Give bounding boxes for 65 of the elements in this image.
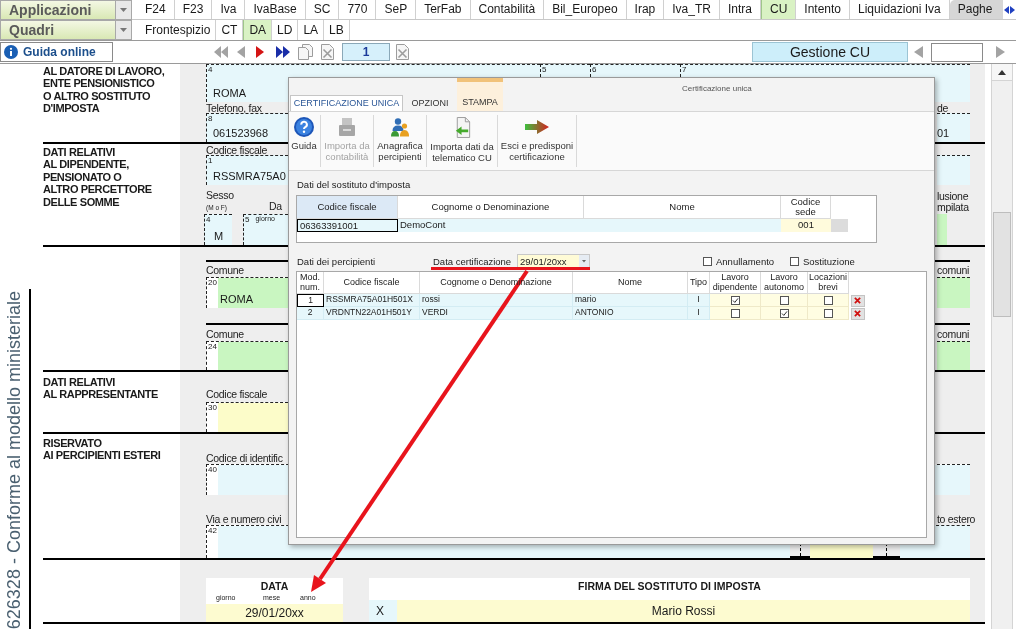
column-header: Cognome o Denominazione xyxy=(398,196,584,219)
column-header: Nome xyxy=(584,196,781,219)
field-label: Codice fiscale xyxy=(206,388,268,400)
column-header: Tipo xyxy=(689,277,708,288)
table-cell: I xyxy=(688,307,710,320)
table-cell: VERDI xyxy=(420,307,573,320)
field-number: 42 xyxy=(207,526,217,535)
mode-label: Gestione CU xyxy=(752,42,908,62)
section-title: DATI RELATIVI AL RAPPRESENTANTE xyxy=(43,375,159,401)
field-label: Telefono, fax xyxy=(206,102,262,113)
table-cell: ANTONIO xyxy=(573,307,688,320)
checkbox-label: Sostituzione xyxy=(803,255,855,267)
table-cell: 001 xyxy=(781,219,831,232)
field-label: de xyxy=(937,102,949,113)
table-cell: VRDNTN22A01H501Y xyxy=(324,307,420,320)
field-number: 6 xyxy=(591,65,597,74)
table-cell: mario xyxy=(573,294,688,307)
section-title: AL DATORE DI LAVORO, ENTE PENSIONISTICO O ALTRO SOSTITUTO D'IMPOSTA xyxy=(43,64,165,115)
column-header: Lavoro dipendente xyxy=(711,273,759,292)
column-header: Locazioni brevi xyxy=(808,273,848,292)
column-header: Mod. num. xyxy=(299,273,321,292)
field-label: comuni xyxy=(937,328,970,340)
field-label: Da xyxy=(269,200,282,212)
field-number: 4 xyxy=(207,65,213,74)
table-cell: RSSMRA75A01H501X xyxy=(324,294,420,307)
field-number: 24 xyxy=(207,342,217,351)
window-title: Certificazione unica xyxy=(682,84,752,94)
field-label: lusione mpilata xyxy=(937,191,969,213)
checkbox-label: Annullamento xyxy=(716,255,775,267)
column-header: Nome xyxy=(618,277,642,288)
box-title: DATA xyxy=(260,581,289,592)
section-heading: Dati del sostituto d'imposta xyxy=(297,179,411,190)
table-cell: 1 xyxy=(297,294,324,307)
field-label: Data certificazione xyxy=(433,255,512,267)
field-label: comuni xyxy=(937,264,970,276)
field-number: 1 xyxy=(207,156,213,165)
field-label: Comune xyxy=(206,328,244,340)
table-cell: rossi xyxy=(420,294,573,307)
table-cell: 2 xyxy=(297,307,324,320)
field-label: Comune xyxy=(206,264,244,276)
section-title: DATI RELATIVI AL DIPENDENTE, PENSIONATO O ALTRO PERCETTORE DELLE SOMME xyxy=(43,145,152,209)
column-header: Lavoro autonomo xyxy=(763,273,805,292)
table-cell: I xyxy=(688,294,710,307)
column-header: Codice fiscale xyxy=(297,196,398,219)
table-cell: 06363391001 xyxy=(297,219,398,232)
field-number: 20 xyxy=(207,278,217,287)
field-number: 30 xyxy=(207,403,217,412)
section-title: RISERVATO AI PERCIPIENTI ESTERI xyxy=(43,436,161,462)
field-number: 40 xyxy=(207,465,217,474)
box-title: FIRMA DEL SOSTITUTO DI IMPOSTA xyxy=(578,581,761,592)
field-number: 5 xyxy=(244,215,250,224)
column-header: Codice sede xyxy=(781,196,831,219)
field-label: Codice fiscale xyxy=(206,144,268,155)
field-number: 8 xyxy=(207,114,213,123)
section-heading: Dati dei percipienti xyxy=(297,255,376,267)
table-cell: DemoCont xyxy=(398,219,584,232)
column-header: Codice fiscale xyxy=(343,277,400,288)
field-number: 7 xyxy=(681,65,687,74)
field-label: Sesso xyxy=(206,189,234,201)
field-number: 4 xyxy=(205,215,211,224)
field-label: to estero xyxy=(937,513,976,525)
field-label: Via e numero civi xyxy=(206,513,282,525)
margin-note: 626328 - Conforme al modello ministeriale xyxy=(3,290,25,629)
field-label: Codice di identific xyxy=(206,452,283,464)
field-number: 5 xyxy=(541,65,547,74)
